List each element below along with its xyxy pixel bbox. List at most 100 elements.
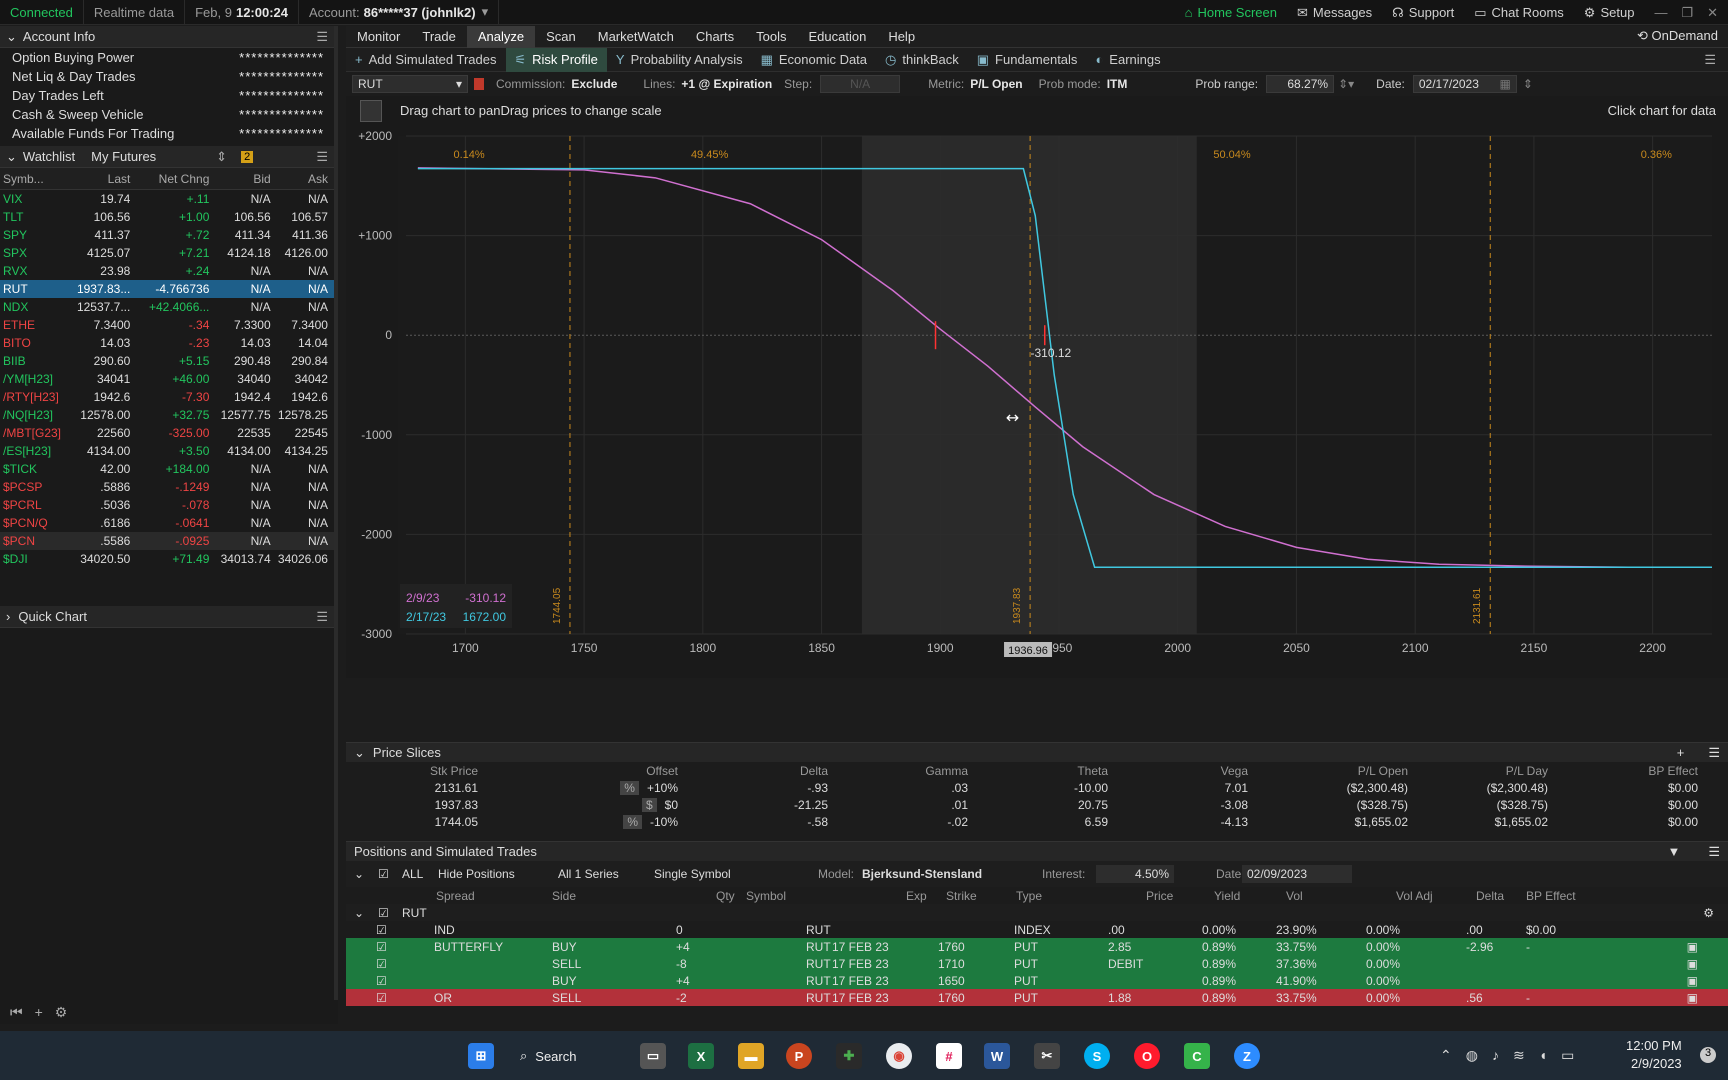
excel-icon[interactable]: X [688,1043,714,1069]
all-toggle[interactable]: ALL [402,867,423,881]
watchlist-row[interactable]: RVX 23.98 +.24 N/A N/A [0,262,334,280]
watchlist-row[interactable]: $PCSP .5886 -.1249 N/A N/A [0,478,334,496]
date-input[interactable]: 02/09/2023 [1242,865,1352,883]
position-qty[interactable]: +4 [676,940,690,954]
battery-icon[interactable]: ▭ [1561,1047,1574,1064]
chrome-icon[interactable]: ◉ [886,1043,912,1069]
menu-icon[interactable]: ☰ [1708,844,1720,860]
messages-button[interactable]: ✉ Messages [1287,5,1382,21]
watchlist-row[interactable]: $PCN .5586 -.0925 N/A N/A [0,532,334,550]
price-slice-stk[interactable]: 1937.83 [346,798,486,812]
positions-column-header[interactable]: Yield [1214,889,1240,903]
watchlist-column-header[interactable]: Last [67,172,136,186]
add-icon[interactable]: + [35,1004,43,1020]
positions-column-header[interactable]: Spread [436,889,475,903]
price-slice-stk[interactable]: 2131.61 [346,781,486,795]
position-side[interactable]: SELL [552,991,581,1005]
offset-unit[interactable]: $ [641,797,657,812]
position-price[interactable]: 2.85 [1108,940,1131,954]
watchlist-row[interactable]: BITO 14.03 -.23 14.03 14.04 [0,334,334,352]
checkbox[interactable]: ☑ [376,957,387,971]
position-row[interactable]: ☑ OR SELL -2 RUT 17 FEB 23 1760 PUT 1.88 0.89% 33.… [346,989,1728,1006]
position-side[interactable]: BUY [552,940,577,954]
app-tray-icon[interactable]: ◍ [1466,1047,1478,1064]
subtab-fundamentals[interactable]: ▣ Fundamentals [968,48,1087,72]
position-row[interactable]: ☑ BUTTERFLY BUY +4 RUT 17 FEB 23 1760 PUT 2.85 0.… [346,938,1728,955]
positions-column-header[interactable]: Qty [716,889,735,903]
single-symbol-select[interactable]: Single Symbol [654,867,731,881]
tab-monitor[interactable]: Monitor [346,26,411,48]
slack-icon[interactable]: # [936,1043,962,1069]
powerpoint-icon[interactable]: P [786,1043,812,1069]
taskbar-search[interactable]: ⌕ Search [520,1041,612,1071]
position-side[interactable]: SELL [552,957,581,971]
checkbox[interactable]: ☑ [378,867,389,881]
commission-select[interactable]: Exclude [571,77,617,91]
watchlist-row[interactable]: /NQ[H23] 12578.00 +32.75 12577.75 12578.25 [0,406,334,424]
close-icon[interactable]: ✕ [1707,5,1718,21]
watchlist-row[interactable]: SPX 4125.07 +7.21 4124.18 4126.00 [0,244,334,262]
notification-badge[interactable]: 3 [1700,1047,1716,1063]
mic-icon[interactable]: ♪ [1492,1047,1499,1064]
price-slice-off[interactable]: % +10% [486,780,686,795]
watchlist-row[interactable]: $DJI 34020.50 +71.49 34013.74 34026.06 [0,550,334,568]
position-qty[interactable]: 0 [676,923,683,937]
menu-icon[interactable]: ☰ [1704,52,1716,68]
position-price[interactable]: 1.88 [1108,991,1131,1005]
risk-profile-chart[interactable]: Drag chart to panDrag prices to change s… [346,96,1728,678]
price-slice-row[interactable]: 2131.61% +10% -.93 .03 -10.00 7.01 ($2,300.48)… [346,779,1728,796]
prob-range-input[interactable]: 68.27% [1266,75,1335,93]
minimize-icon[interactable]: — [1654,5,1667,21]
thinkorswim-icon[interactable]: ✚ [836,1043,862,1069]
watchlist-row[interactable]: SPY 411.37 +.72 411.34 411.36 [0,226,334,244]
clock[interactable]: 12:00 PM 2/9/2023 [1626,1037,1682,1073]
windows-start-icon[interactable]: ⊞ [468,1043,494,1069]
lock-icon[interactable]: ▣ [1687,940,1698,954]
zoom-icon[interactable]: Z [1234,1043,1260,1069]
position-row[interactable]: ☑ SELL -8 RUT 17 FEB 23 1710 PUT DEBIT 0.89% 37.3… [346,955,1728,972]
task-view-icon[interactable]: ▭ [640,1043,666,1069]
price-slice-row[interactable]: 1744.05% -10% -.58 -.02 6.59 -4.13 $1,655.02 $1… [346,813,1728,830]
watchlist-row[interactable]: VIX 19.74 +.11 N/A N/A [0,190,334,208]
positions-column-header[interactable]: Side [552,889,576,903]
opera-icon[interactable]: O [1134,1043,1160,1069]
subtab-probability-analysis[interactable]: Y Probability Analysis [607,48,752,72]
menu-icon[interactable]: ☰ [316,609,328,625]
watchlist-row[interactable]: $PCRL .5036 -.078 N/A N/A [0,496,334,514]
positions-column-header[interactable]: Strike [946,889,977,903]
positions-column-header[interactable]: Symbol [746,889,786,903]
subtab-economic-data[interactable]: ▦ Economic Data [752,48,876,72]
watchlist-row[interactable]: /MBT[G23] 22560 -325.00 22535 22545 [0,424,334,442]
position-qty[interactable]: -2 [676,991,687,1005]
stepper-icon[interactable]: ⇕ [1523,77,1533,91]
tab-education[interactable]: Education [797,26,877,48]
watchlist-column-header[interactable]: Ask [277,172,334,186]
checkbox[interactable]: ☑ [376,940,387,954]
chat-rooms-button[interactable]: ▭ Chat Rooms [1464,5,1574,21]
stepper-icon[interactable]: ⇕ [216,149,227,165]
checkbox[interactable]: ☑ [378,906,389,920]
lock-icon[interactable]: ▣ [1687,991,1698,1005]
restore-icon[interactable]: ❐ [1681,5,1693,21]
price-slice-stk[interactable]: 1744.05 [346,815,486,829]
price-slice-row[interactable]: 1937.83 $ $0 -21.25 .01 20.75 -3.08 ($328.75) ($… [346,796,1728,813]
skype-icon[interactable]: S [1084,1043,1110,1069]
home-screen-button[interactable]: ⌂ Home Screen [1175,5,1287,20]
tab-trade[interactable]: Trade [411,26,466,48]
position-row[interactable]: ☑ IND 0 RUT INDEX .00 0.00% 23.90% 0.00% .00 $0.00 [346,921,1728,938]
positions-column-header[interactable]: Type [1016,889,1042,903]
watchlist-row[interactable]: $TICK 42.00 +184.00 N/A N/A [0,460,334,478]
checkbox[interactable]: ☑ [376,923,387,937]
word-icon[interactable]: W [984,1043,1010,1069]
watchlist-row[interactable]: NDX 12537.7... +42.4066... N/A N/A [0,298,334,316]
prob-mode-select[interactable]: ITM [1107,77,1128,91]
chevron-down-icon[interactable]: ▼ [1667,844,1680,859]
chart-settings-icon[interactable] [360,100,382,122]
metric-select[interactable]: P/L Open [970,77,1022,91]
subtab-add-simulated-trades[interactable]: + Add Simulated Trades [346,48,506,72]
group-row[interactable]: ⌄ ☑ RUT ⚙ [346,904,1728,921]
positions-column-header[interactable]: BP Effect [1526,889,1576,903]
positions-column-header[interactable]: Vol Adj [1396,889,1433,903]
watchlist-column-header[interactable]: Symb... [0,172,67,186]
support-button[interactable]: ☊ Support [1382,5,1464,21]
